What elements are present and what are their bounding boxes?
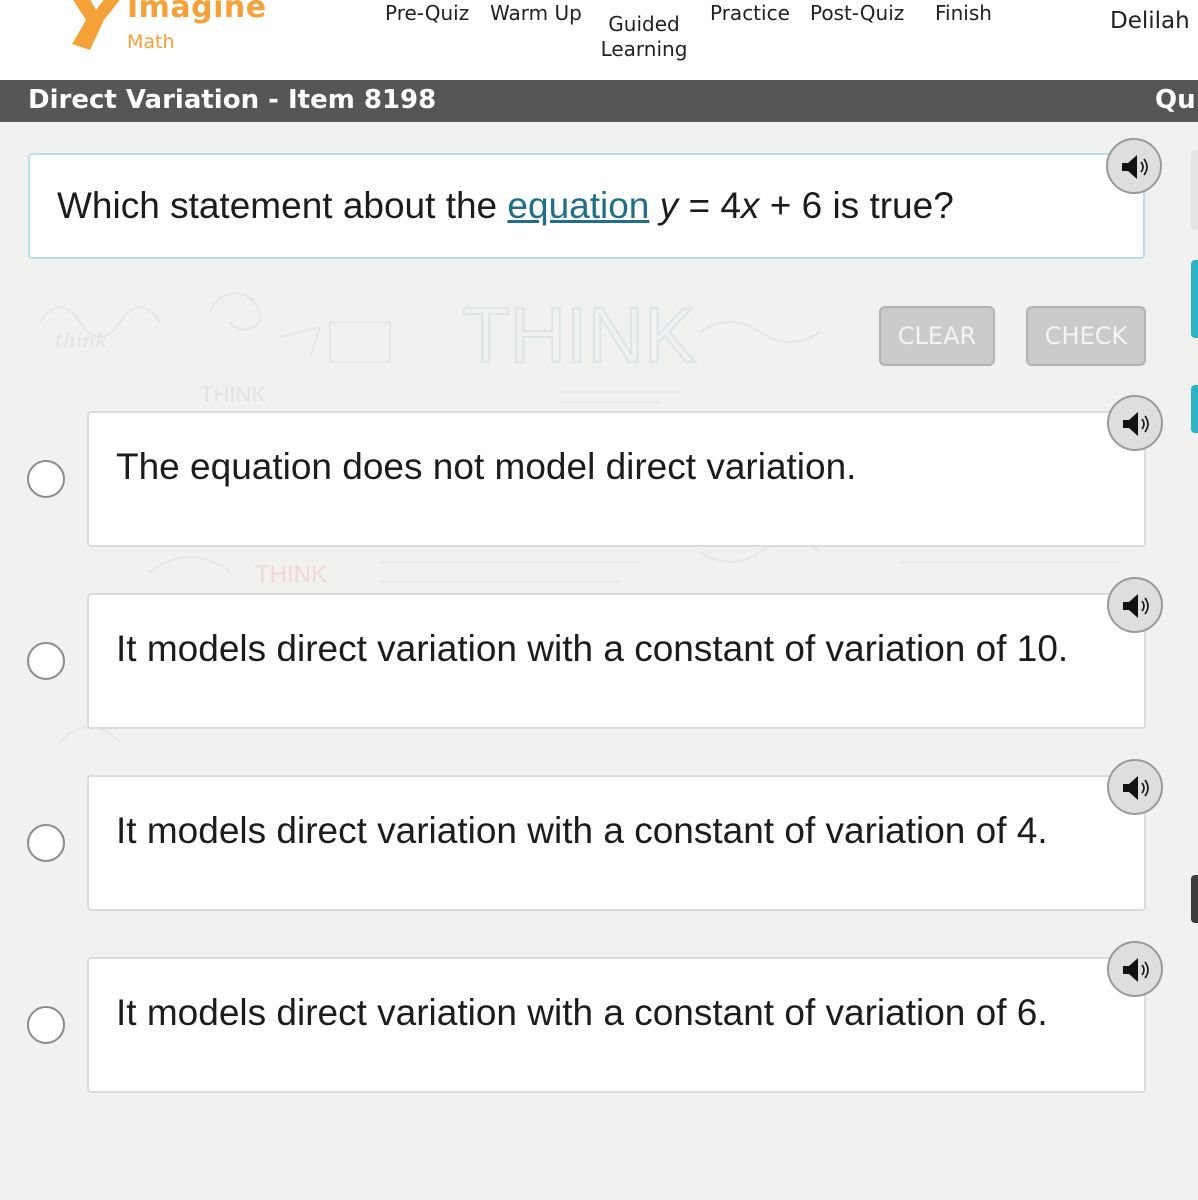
answer-option-3[interactable]: It models direct variation with a consta… [87,775,1146,911]
doodle-think-red: THINK [255,561,327,588]
answer-text-2: It models direct variation with a consta… [116,628,1069,669]
top-navigation: Imagine Math Pre-Quiz Warm Up Guided Lea… [0,0,1198,80]
answer-2-audio-button[interactable] [1107,577,1163,633]
answer-radio-2[interactable] [27,642,65,680]
answer-text-3: It models direct variation with a consta… [116,810,1048,851]
variable-y: y [659,185,679,226]
variable-x: x [740,185,760,226]
answer-radio-4[interactable] [27,1006,65,1044]
side-panel-tab-2[interactable] [1191,260,1198,338]
speaker-icon [1123,776,1149,800]
question-text: Which statement about the equation y = 4… [57,185,954,227]
side-panel-tab-1[interactable] [1191,150,1198,230]
item-title-bar: Direct Variation - Item 8198 Qu [0,80,1198,122]
clear-button[interactable]: CLEAR [879,306,995,366]
speaker-icon [1123,412,1149,436]
answer-3-audio-button[interactable] [1107,759,1163,815]
answer-option-1[interactable]: The equation does not model direct varia… [87,411,1146,547]
answer-4-audio-button[interactable] [1107,941,1163,997]
answer-text-1: The equation does not model direct varia… [116,446,857,487]
answer-radio-3[interactable] [27,824,65,862]
speaker-icon [1122,155,1148,179]
answer-radio-1[interactable] [27,460,65,498]
doodle-think-small: THINK [200,382,266,407]
item-title: Direct Variation - Item 8198 [28,85,437,115]
glossary-link-equation[interactable]: equation [507,185,649,226]
speaker-icon [1123,958,1149,982]
nav-practice[interactable]: Practice [710,1,790,26]
nav-warmup[interactable]: Warm Up [490,1,582,26]
answer-option-4[interactable]: It models direct variation with a consta… [87,957,1146,1093]
nav-prequiz[interactable]: Pre-Quiz [385,1,469,26]
answer-text-4: It models direct variation with a consta… [116,992,1048,1033]
brand-subtitle: Math [127,31,175,53]
check-button[interactable]: CHECK [1026,306,1146,366]
question-box: Which statement about the equation y = 4… [28,153,1145,259]
question-prefix: Which statement about the [57,185,508,226]
nav-guided-learning[interactable]: Guided Learning [598,12,690,62]
doodle-think-large: THINK [462,291,696,379]
doodle-think-script: think [55,328,107,352]
side-panel-tab-3[interactable] [1191,385,1198,433]
nav-finish[interactable]: Finish [935,1,992,26]
titlebar-right-label[interactable]: Qu [1155,85,1196,115]
speaker-icon [1123,594,1149,618]
answer-option-2[interactable]: It models direct variation with a consta… [87,593,1146,729]
side-panel-tab-4[interactable] [1191,875,1198,923]
nav-postquiz[interactable]: Post-Quiz [810,1,904,26]
nav-guided-line2: Learning [600,37,688,61]
question-audio-button[interactable] [1106,138,1162,194]
equation-middle: = 4 [678,185,741,226]
nav-guided-line1: Guided [608,12,680,36]
imagine-math-logo-icon [72,0,120,50]
question-suffix: + 6 is true? [759,185,954,226]
brand-name: Imagine [127,0,267,25]
answer-1-audio-button[interactable] [1107,395,1163,451]
user-name[interactable]: Delilah [1110,8,1190,34]
